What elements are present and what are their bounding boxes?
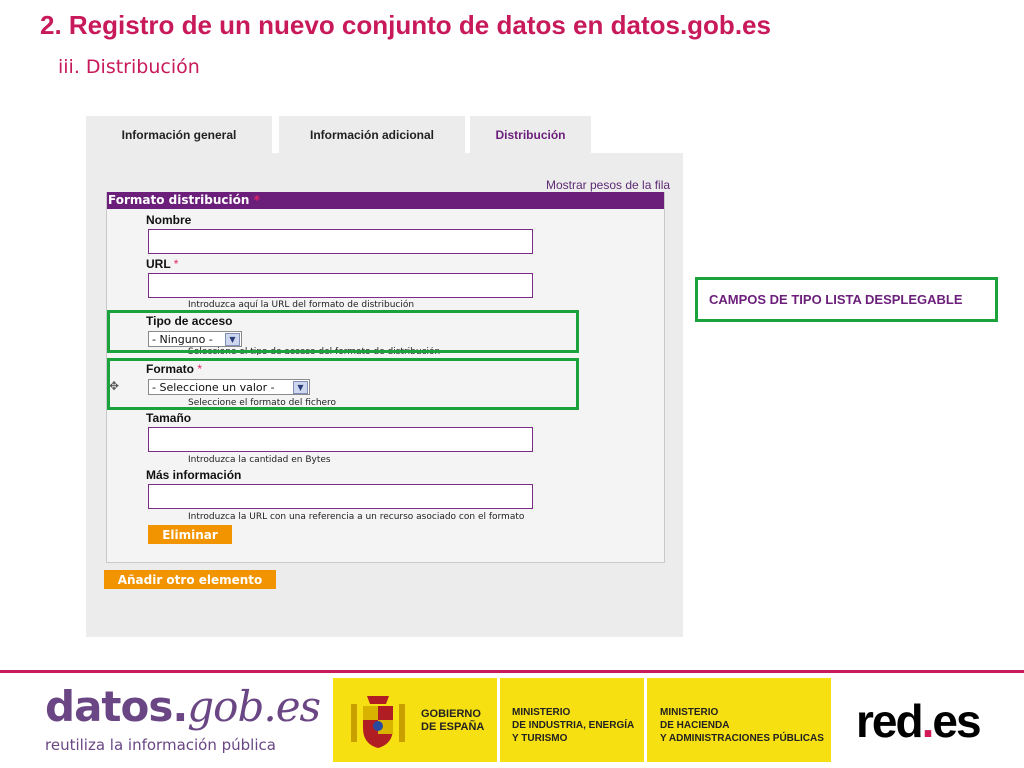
- url-input[interactable]: [148, 273, 533, 298]
- slide-title: 2. Registro de un nuevo conjunto de dato…: [40, 10, 771, 40]
- tab-distribucion[interactable]: Distribución: [470, 116, 591, 154]
- datos-gob-es-logo: datos.gob.es: [45, 682, 321, 731]
- coat-of-arms-icon: [351, 696, 405, 748]
- highlight-tipo-acceso: [107, 310, 579, 353]
- form-section-header: Formato distribución *: [107, 192, 664, 209]
- add-element-button[interactable]: Añadir otro elemento: [104, 570, 276, 589]
- nombre-label: Nombre: [146, 213, 192, 227]
- red-es-logo: red.es: [856, 695, 982, 747]
- url-label: URL *: [146, 257, 179, 271]
- logo-tagline: reutiliza la información pública: [45, 736, 276, 754]
- tab-informacion-adicional[interactable]: Información adicional: [279, 116, 465, 154]
- mas-info-label: Más información: [146, 468, 242, 482]
- tab-informacion-general[interactable]: Información general: [86, 116, 272, 154]
- tab-bar: Información general Información adiciona…: [86, 116, 686, 154]
- section-title: Formato distribución: [108, 193, 250, 207]
- gobierno-text: GOBIERNO DE ESPAÑA: [421, 708, 485, 733]
- required-mark: *: [253, 193, 260, 207]
- tamano-label: Tamaño: [146, 411, 192, 425]
- footer-divider: [0, 670, 1024, 673]
- tamano-hint: Introduzca la cantidad en Bytes: [188, 455, 331, 465]
- eliminar-button[interactable]: Eliminar: [148, 525, 232, 544]
- ministerio-industria-text: MINISTERIO DE INDUSTRIA, ENERGÍA Y TURIS…: [512, 707, 635, 744]
- tamano-input[interactable]: [148, 427, 533, 452]
- mas-info-hint: Introduzca la URL con una referencia a u…: [188, 512, 525, 522]
- ministerio-hacienda-text: MINISTERIO DE HACIENDA Y ADMINISTRACIONE…: [660, 707, 824, 744]
- highlight-formato: [107, 358, 579, 410]
- mas-info-input[interactable]: [148, 484, 533, 509]
- url-hint: Introduzca aquí la URL del formato de di…: [188, 300, 415, 310]
- nombre-input[interactable]: [148, 229, 533, 254]
- slide-subtitle: iii. Distribución: [58, 56, 200, 78]
- dropdown-fields-callout: CAMPOS DE TIPO LISTA DESPLEGABLE: [695, 277, 998, 322]
- show-row-weights-link[interactable]: Mostrar pesos de la fila: [546, 178, 670, 192]
